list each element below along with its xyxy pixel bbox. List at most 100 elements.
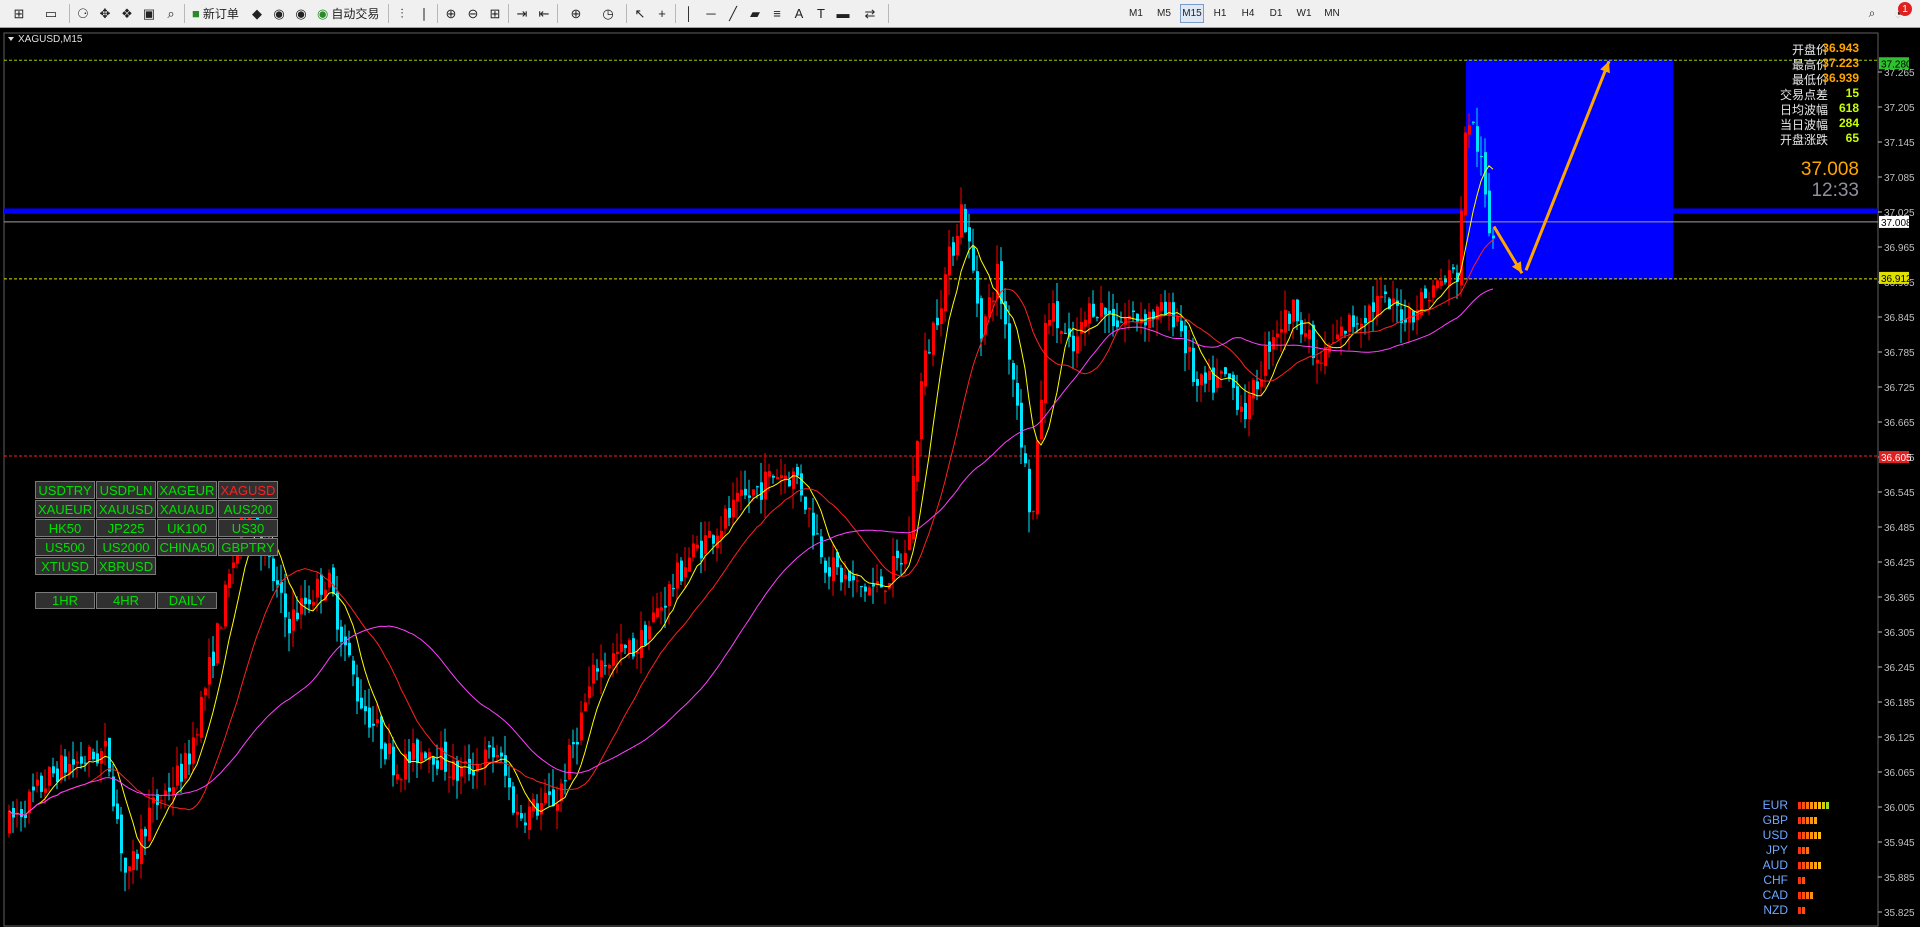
candle-body: [696, 544, 699, 549]
market-watch-icon[interactable]: ⚆: [73, 3, 93, 24]
price-chart[interactable]: 37.26537.20537.14537.08537.02536.96536.9…: [0, 29, 1920, 927]
text-label-icon[interactable]: T: [811, 3, 831, 24]
crosshair-icon[interactable]: +: [652, 3, 672, 24]
candle-body: [572, 742, 575, 745]
text-icon[interactable]: A: [789, 3, 809, 24]
autotrading-icon[interactable]: ◉: [269, 3, 289, 24]
symbol-button-us30[interactable]: US30: [218, 519, 278, 537]
navigator-icon[interactable]: ✥: [95, 3, 115, 24]
candle-body: [340, 626, 343, 642]
projection-box[interactable]: [1466, 59, 1673, 279]
strength-bar: [1802, 816, 1805, 824]
candle-body: [1436, 280, 1439, 289]
candle-body: [1188, 346, 1191, 352]
vertical-line-icon[interactable]: │: [679, 3, 699, 24]
symbol-button-xbrusd[interactable]: XBRUSD: [96, 557, 156, 575]
zoom-out-icon[interactable]: ⊖: [463, 3, 483, 24]
indicators-icon[interactable]: ⊕: [561, 3, 591, 24]
metaeditor-icon[interactable]: ◆: [247, 3, 267, 24]
symbol-button-usdpln[interactable]: USDPLN: [96, 481, 156, 499]
toolbar-separator: [888, 4, 889, 23]
candle-chart-icon[interactable]: ∣: [414, 3, 434, 24]
symbol-button-xauaud[interactable]: XAUAUD: [157, 500, 217, 518]
candle-body: [540, 802, 543, 815]
rectangle-icon[interactable]: ▬: [833, 3, 853, 24]
period-button-daily[interactable]: DAILY: [157, 592, 217, 609]
symbol-button-xauusd[interactable]: XAUUSD: [96, 500, 156, 518]
candle-body: [896, 550, 899, 559]
symbol-button-xtiusd[interactable]: XTIUSD: [35, 557, 95, 575]
autoscroll-icon[interactable]: ⇥: [512, 3, 532, 24]
candle-body: [1444, 279, 1447, 283]
period-button-1hr[interactable]: 1HR: [35, 592, 95, 609]
candle-body: [524, 822, 527, 826]
symbol-button-us2000[interactable]: US2000: [96, 538, 156, 556]
new-chart-icon[interactable]: ⊞: [4, 3, 34, 24]
auto-trading-button[interactable]: ◉ 自动交易: [313, 3, 383, 24]
chart-menu-icon[interactable]: [8, 37, 14, 41]
chart-shift-icon[interactable]: ⇤: [534, 3, 554, 24]
horizontal-line-icon[interactable]: ─: [701, 3, 721, 24]
symbol-button-uk100[interactable]: UK100: [157, 519, 217, 537]
symbol-button-gbptry[interactable]: GBPTRY: [218, 538, 278, 556]
candle-body: [1212, 367, 1215, 393]
timeframe-h1[interactable]: H1: [1208, 4, 1232, 23]
candle-body: [1432, 285, 1435, 298]
timeframe-m5[interactable]: M5: [1152, 4, 1176, 23]
search-icon[interactable]: ⌕: [1862, 3, 1882, 24]
symbol-button-usdtry[interactable]: USDTRY: [35, 481, 95, 499]
fibonacci-icon[interactable]: ≡: [767, 3, 787, 24]
timeframe-h4[interactable]: H4: [1236, 4, 1260, 23]
candle-body: [956, 236, 959, 256]
candle-body: [1376, 295, 1379, 317]
resistance-blue-line[interactable]: [4, 208, 1878, 214]
strength-bar: [1802, 831, 1805, 839]
candle-body: [348, 642, 351, 656]
profiles-icon[interactable]: ▭: [36, 3, 66, 24]
timeframe-d1[interactable]: D1: [1264, 4, 1288, 23]
candle-body: [420, 752, 423, 762]
candle-body: [844, 574, 847, 579]
timeframe-mn[interactable]: MN: [1320, 4, 1344, 23]
candle-body: [504, 755, 507, 776]
period-button-4hr[interactable]: 4HR: [96, 592, 156, 609]
price-tick-label: 36.485: [1884, 523, 1915, 534]
timeframe-m15[interactable]: M15: [1180, 4, 1204, 23]
symbol-button-xagusd[interactable]: XAGUSD: [218, 481, 278, 499]
candle-body: [120, 814, 123, 854]
timeframe-m1[interactable]: M1: [1124, 4, 1148, 23]
candle-body: [600, 660, 603, 677]
candle-body: [816, 533, 819, 535]
zoom-in-icon[interactable]: ⊕: [441, 3, 461, 24]
data-window-icon[interactable]: ❖: [117, 3, 137, 24]
symbol-button-jp225[interactable]: JP225: [96, 519, 156, 537]
candle-body: [188, 753, 191, 765]
candle-body: [664, 605, 667, 608]
terminal-icon[interactable]: ▣: [139, 3, 159, 24]
chart-area[interactable]: 37.26537.20537.14537.08537.02536.96536.9…: [0, 29, 1920, 927]
symbol-button-aus200[interactable]: AUS200: [218, 500, 278, 518]
candle-body: [1092, 303, 1095, 317]
timeframe-w1[interactable]: W1: [1292, 4, 1316, 23]
trendline-icon[interactable]: ╱: [723, 3, 743, 24]
autotrading-icon[interactable]: ◉: [291, 3, 311, 24]
periods-icon[interactable]: ◷: [593, 3, 623, 24]
tile-icon[interactable]: ⊞: [485, 3, 505, 24]
bar-chart-icon[interactable]: ⫶: [392, 3, 412, 24]
symbol-button-xaueur[interactable]: XAUEUR: [35, 500, 95, 518]
channel-icon[interactable]: ▰: [745, 3, 765, 24]
tester-icon[interactable]: ⌕: [161, 3, 181, 24]
symbol-button-xageur[interactable]: XAGEUR: [157, 481, 217, 499]
cursor-icon[interactable]: ↖: [630, 3, 650, 24]
new-order-button[interactable]: ■ 新订单: [188, 3, 243, 24]
symbol-button-china50[interactable]: CHINA50: [157, 538, 217, 556]
candle-body: [640, 630, 643, 658]
bar-chart-icon-glyph: ⫶: [400, 6, 404, 21]
arrows-icon[interactable]: ⇄: [855, 3, 885, 24]
candle-body: [800, 473, 803, 496]
candle-body: [1424, 288, 1427, 299]
symbol-button-hk50[interactable]: HK50: [35, 519, 95, 537]
symbol-button-us500[interactable]: US500: [35, 538, 95, 556]
candle-body: [1208, 371, 1211, 381]
candle-body: [792, 471, 795, 489]
